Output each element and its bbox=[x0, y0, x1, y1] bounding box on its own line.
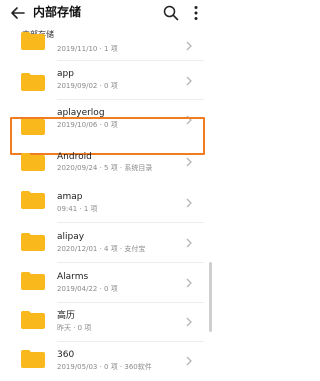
chevron-right-icon bbox=[186, 238, 192, 248]
divider bbox=[57, 262, 204, 263]
folder-icon bbox=[21, 272, 45, 290]
selected-item-highlight bbox=[10, 117, 205, 155]
folder-icon bbox=[21, 350, 45, 368]
divider bbox=[57, 302, 204, 303]
item-meta: 2019/04/22 · 0 项 bbox=[57, 285, 118, 293]
chevron-right-icon bbox=[186, 157, 192, 167]
divider bbox=[57, 222, 204, 223]
folder-icon bbox=[21, 233, 45, 251]
chevron-right-icon bbox=[186, 317, 192, 327]
item-name: amap bbox=[57, 192, 83, 202]
divider bbox=[57, 99, 204, 100]
item-name: Alarms bbox=[57, 272, 89, 282]
folder-icon bbox=[21, 153, 45, 171]
item-meta: 2020/12/01 · 4 项 · 支付宝 bbox=[57, 245, 146, 253]
item-name: alipay bbox=[57, 232, 85, 242]
folder-icon bbox=[21, 191, 45, 209]
item-name: 高历 bbox=[57, 311, 76, 321]
divider bbox=[57, 341, 204, 342]
scrollbar[interactable] bbox=[209, 262, 212, 332]
item-meta: 昨天 · 0 项 bbox=[57, 324, 92, 332]
folder-list: 2019/11/10 · 1 项 app 2019/09/02 · 0 项 ap… bbox=[0, 0, 214, 381]
item-name: 360 bbox=[57, 350, 75, 360]
item-meta: 2019/05/03 · 0 项 · 360软件 bbox=[57, 363, 152, 371]
chevron-right-icon bbox=[186, 278, 192, 288]
folder-icon bbox=[21, 73, 45, 91]
item-meta: 2020/09/24 · 5 项 · 系统目录 bbox=[57, 164, 153, 172]
chevron-right-icon bbox=[186, 356, 192, 366]
list-item[interactable]: 360 2019/05/03 · 0 项 · 360软件 bbox=[0, 0, 214, 371]
divider bbox=[57, 60, 204, 61]
item-name: Android bbox=[57, 152, 92, 162]
item-meta: 2019/11/10 · 1 项 bbox=[57, 45, 118, 53]
folder-icon bbox=[21, 311, 45, 329]
chevron-right-icon bbox=[186, 198, 192, 208]
item-meta: 2019/09/02 · 0 项 bbox=[57, 82, 118, 90]
chevron-right-icon bbox=[186, 76, 192, 86]
item-name: app bbox=[57, 69, 74, 79]
item-meta: 09:41 · 1 项 bbox=[57, 205, 98, 213]
